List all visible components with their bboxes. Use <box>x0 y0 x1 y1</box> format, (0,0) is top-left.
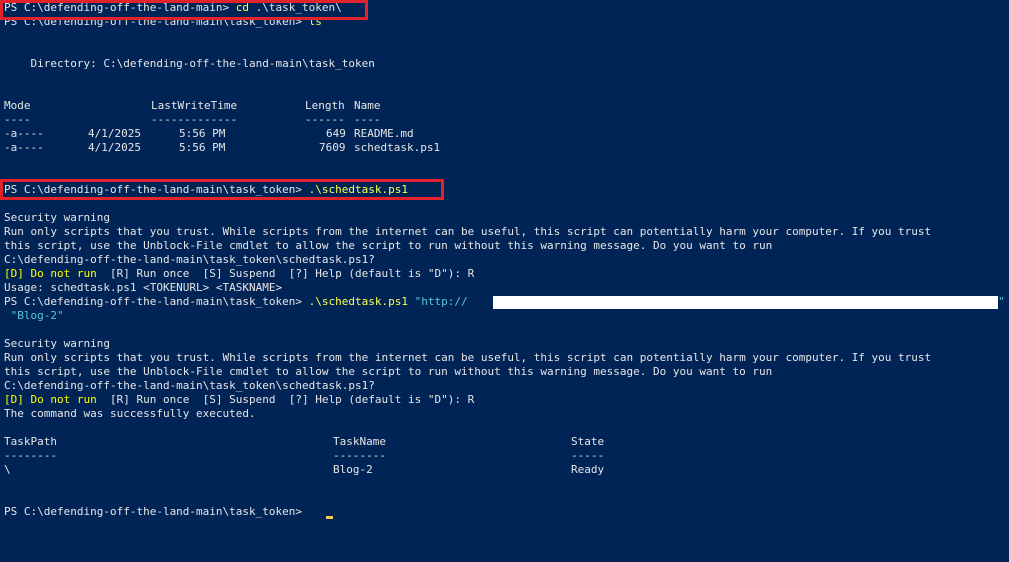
warning-title: Security warning <box>4 211 110 224</box>
prompt-line-final[interactable]: PS C:\defending-off-the-land-main\task_t… <box>4 505 309 519</box>
command-run: .\schedtask.ps1 <box>308 295 408 308</box>
table-row: \ Blog-2 Ready <box>4 463 704 477</box>
row-name: README.md <box>354 127 414 140</box>
task-table-header: TaskPath TaskName State <box>4 435 704 449</box>
row-state: Ready <box>571 463 605 476</box>
choice-default: [D] Do not run <box>4 267 97 280</box>
header-taskpath: TaskPath <box>4 435 57 448</box>
row-mode: -a---- <box>4 127 44 140</box>
row-length: 7609 <box>319 141 346 154</box>
row-time: 5:56 PM <box>179 141 226 154</box>
warning-line-2: this script, use the Unblock-File cmdlet… <box>4 365 773 378</box>
warning-choices: [D] Do not run [R] Run once [S] Suspend … <box>4 393 474 407</box>
warning-line-3: C:\defending-off-the-land-main\task_toke… <box>4 253 375 266</box>
choice-options: [R] Run once [S] Suspend [?] Help (defau… <box>96 267 475 280</box>
row-date: 4/1/2025 <box>88 141 141 154</box>
header-state: State <box>571 435 605 448</box>
warning-title: Security warning <box>4 337 110 350</box>
row-date: 4/1/2025 <box>88 127 141 140</box>
choice-options: [R] Run once [S] Suspend [?] Help (defau… <box>96 393 475 406</box>
table-row: -a---- 4/1/2025 5:56 PM 649 README.md <box>4 127 504 141</box>
warning-line-1: Run only scripts that you trust. While s… <box>4 351 932 364</box>
warning-line-3: C:\defending-off-the-land-main\task_toke… <box>4 379 375 392</box>
underline-length: ------ <box>305 113 345 126</box>
arg-taskname: "Blog-2" <box>4 309 64 322</box>
row-name: schedtask.ps1 <box>354 141 441 154</box>
text-cursor <box>326 516 333 519</box>
header-length: Length <box>305 99 345 112</box>
header-name: Name <box>354 99 381 112</box>
warning-choices: [D] Do not run [R] Run once [S] Suspend … <box>4 267 474 281</box>
underline-taskpath: -------- <box>4 449 57 462</box>
task-table-underline: -------- -------- ----- <box>4 449 704 463</box>
header-lastwritetime: LastWriteTime <box>151 99 238 112</box>
row-taskpath: \ <box>4 463 11 476</box>
underline-taskname: -------- <box>333 449 386 462</box>
highlight-box-run <box>0 179 444 200</box>
warning-line-2: this script, use the Unblock-File cmdlet… <box>4 239 773 252</box>
row-length: 649 <box>326 127 346 140</box>
warning-line-1: Run only scripts that you trust. While s… <box>4 225 932 238</box>
choice-default: [D] Do not run <box>4 393 97 406</box>
row-taskname: Blog-2 <box>333 463 373 476</box>
redacted-url <box>493 296 998 309</box>
powershell-terminal[interactable]: PS C:\defending-off-the-land-main> cd .\… <box>4 0 1007 562</box>
listing-header: Mode LastWriteTime Length Name <box>4 99 504 113</box>
row-mode: -a---- <box>4 141 44 154</box>
highlight-box-cd <box>0 0 368 20</box>
prompt-line-run-args: PS C:\defending-off-the-land-main\task_t… <box>4 295 468 309</box>
row-time: 5:56 PM <box>179 127 226 140</box>
directory-line: Directory: C:\defending-off-the-land-mai… <box>4 57 375 70</box>
underline-name: ---- <box>354 113 381 126</box>
header-taskname: TaskName <box>333 435 386 448</box>
underline-lastwritetime: ------------- <box>151 113 238 126</box>
prompt-text: PS C:\defending-off-the-land-main\task_t… <box>4 295 309 308</box>
header-mode: Mode <box>4 99 31 112</box>
table-row: -a---- 4/1/2025 5:56 PM 7609 schedtask.p… <box>4 141 504 155</box>
arg-url: "http:// <box>414 295 468 308</box>
underline-mode: ---- <box>4 113 31 126</box>
listing-underline: ---- ------------- ------ ---- <box>4 113 504 127</box>
usage-line: Usage: schedtask.ps1 <TOKENURL> <TASKNAM… <box>4 281 283 294</box>
underline-state: ----- <box>571 449 605 462</box>
prompt-text: PS C:\defending-off-the-land-main\task_t… <box>4 505 309 518</box>
arg-url-end: " <box>998 295 1005 308</box>
success-line: The command was successfully executed. <box>4 407 256 420</box>
